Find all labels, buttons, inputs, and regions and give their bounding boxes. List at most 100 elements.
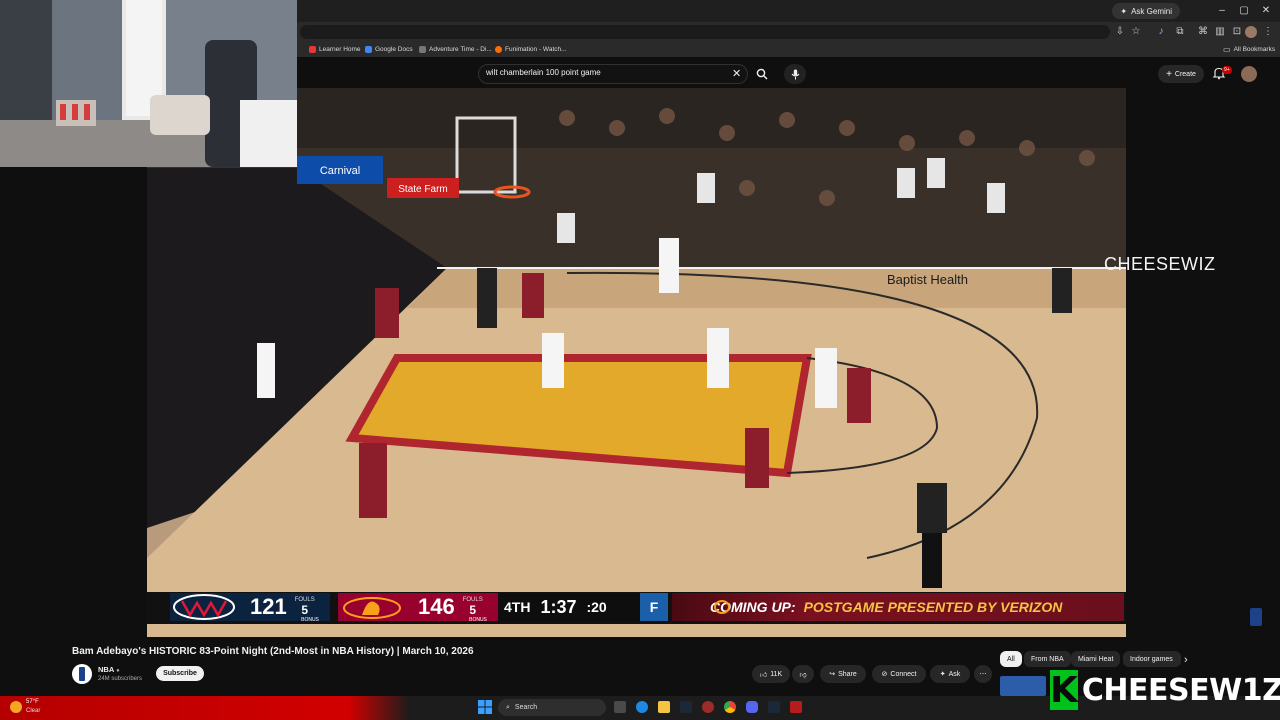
dislike-button[interactable]: 👎︎ [792,665,814,683]
video-title: Bam Adebayo's HISTORIC 83-Point Night (2… [72,646,474,657]
streamer-brand-logo: K CHEESEW1Z [1050,669,1280,711]
share-button[interactable]: ↪ Share [820,665,866,683]
banner-text: POSTGAME PRESENTED BY VERIZON [803,599,1063,615]
bookmark-funimation[interactable]: Funimation - Watch... [495,44,567,55]
ask-gemini-label: Ask Gemini [1131,6,1172,16]
state-farm-sign: State Farm [398,184,447,195]
video-player[interactable]: Carnival State Farm Baptist Health [147,88,1126,637]
voice-search-button[interactable] [784,64,806,84]
taskbar-search[interactable]: ⌕ Search [498,699,606,716]
address-bar[interactable] [300,25,1110,39]
notification-count-badge: 9+ [1222,66,1232,74]
menu-dots-icon[interactable]: ⋮ [1262,26,1274,38]
taskbar-search-icon: ⌕ [506,703,510,711]
chrome-icon[interactable] [724,701,736,713]
edge-icon[interactable] [636,701,648,713]
fanduel-logo-icon: F [640,593,668,621]
install-app-icon[interactable]: ⇩ [1114,26,1126,38]
shot-clock: :20 [586,599,607,615]
maximize-button[interactable]: ▢ [1236,3,1252,19]
ask-gemini-button[interactable]: ✦ Ask Gemini [1112,3,1180,19]
all-bookmarks-button[interactable]: ▭ All Bookmarks [1223,44,1275,55]
task-view-icon[interactable] [614,701,626,713]
taskbar-red-overlay [0,696,410,720]
weather-condition: Clear [26,708,41,714]
extension-icon[interactable]: ⧉ [1174,26,1186,38]
sidepanel-icon[interactable]: ▥ [1214,26,1226,38]
chevron-right-icon[interactable]: › [1184,654,1188,666]
chip-indoor-games[interactable]: Indoor games [1123,651,1181,667]
audio-icon[interactable]: ♪ [1155,26,1167,38]
search-icon [756,68,768,80]
app-icon-dark-red[interactable] [790,701,802,713]
minimize-button[interactable]: – [1214,3,1230,19]
gemini-icon: ✦ [1120,6,1128,16]
google-docs-icon [365,46,372,53]
steam-icon-2[interactable] [768,701,780,713]
create-button[interactable]: + Create [1158,65,1204,83]
brand-k-letter: K [1050,669,1078,711]
nba-corner-logo-icon [1250,608,1262,626]
chip-from-nba[interactable]: From NBA [1024,651,1071,667]
thumbs-down-icon: 👎︎ [799,671,807,679]
folder-icon: ▭ [1223,45,1231,54]
coming-up-banner: COMING UP: POSTGAME PRESENTED BY VERIZON [672,593,1124,621]
like-button[interactable]: 👍︎ 11K [752,665,790,683]
away-fouls: FOULS 5 [294,597,315,617]
more-actions-button[interactable]: ⋯ [974,665,992,683]
recommended-video-thumbnail[interactable] [1000,676,1046,696]
wizards-logo-icon [173,594,235,620]
bookmark-adventure-time[interactable]: Adventure Time - Di... [419,44,492,55]
sparkle-icon: ✦ [939,671,946,678]
share-icon: ↪ [829,671,836,678]
puzzle-icon[interactable]: ⌘ [1197,26,1209,38]
bookmark-google-docs[interactable]: Google Docs [365,44,413,55]
profile-avatar[interactable] [1245,26,1257,38]
carnival-sign: Carnival [320,165,360,177]
funimation-icon [495,46,502,53]
channel-avatar[interactable] [72,664,92,684]
file-explorer-icon[interactable] [658,701,670,713]
account-avatar[interactable] [1241,66,1257,82]
close-window-button[interactable]: ✕ [1258,3,1274,19]
home-bonus: BONUS [469,617,487,623]
plus-icon: + [1166,68,1172,80]
verified-icon: ● [116,668,120,674]
ask-button[interactable]: ✦ Ask [930,665,970,683]
clear-search-icon[interactable]: ✕ [732,67,741,80]
microphone-icon [791,69,799,79]
thumbs-up-icon: 👍︎ [759,671,768,679]
chip-all[interactable]: All [1000,651,1022,667]
windows-start-icon[interactable] [478,700,492,714]
webcam-room-scene [0,0,297,167]
weather-temperature[interactable]: 57°F [26,699,39,705]
webcam-overlay [0,0,297,167]
brand-text: CHEESEW1Z [1081,672,1280,708]
search-button[interactable] [749,64,775,84]
subscribe-button[interactable]: Subscribe [156,666,204,681]
media-icon[interactable]: ⊡ [1231,26,1243,38]
subscriber-count: 24M subscribers [98,676,143,682]
adventure-time-icon [419,46,426,53]
away-score: 121 [250,594,287,619]
game-clock: 1:37 [540,596,577,617]
app-icon-red[interactable] [702,701,714,713]
channel-name[interactable]: NBA ● [98,665,120,674]
heat-logo-icon [343,597,401,619]
quarter-label: 4TH [504,599,531,615]
away-bonus: BONUS [301,617,319,623]
basketball-court-scene: Carnival State Farm Baptist Health [147,88,1126,637]
steam-icon[interactable] [680,701,692,713]
bookmark-learner-home[interactable]: Learner Home [309,44,361,55]
learner-home-icon [309,46,316,53]
streamer-watermark: CHEESEWIZ [1104,254,1216,274]
bookmark-star-icon[interactable]: ☆ [1130,26,1142,38]
game-clock-box: 4TH 1:37 :20 [500,593,640,621]
home-score: 146 [418,594,455,619]
connect-button[interactable]: ⊘ Connect [872,665,926,683]
heat-small-logo-icon [714,600,730,614]
discord-icon[interactable] [746,701,758,713]
home-fouls: FOULS 5 [462,597,483,617]
chip-miami-heat[interactable]: Miami Heat [1071,651,1121,667]
weather-moon-icon [10,701,22,713]
